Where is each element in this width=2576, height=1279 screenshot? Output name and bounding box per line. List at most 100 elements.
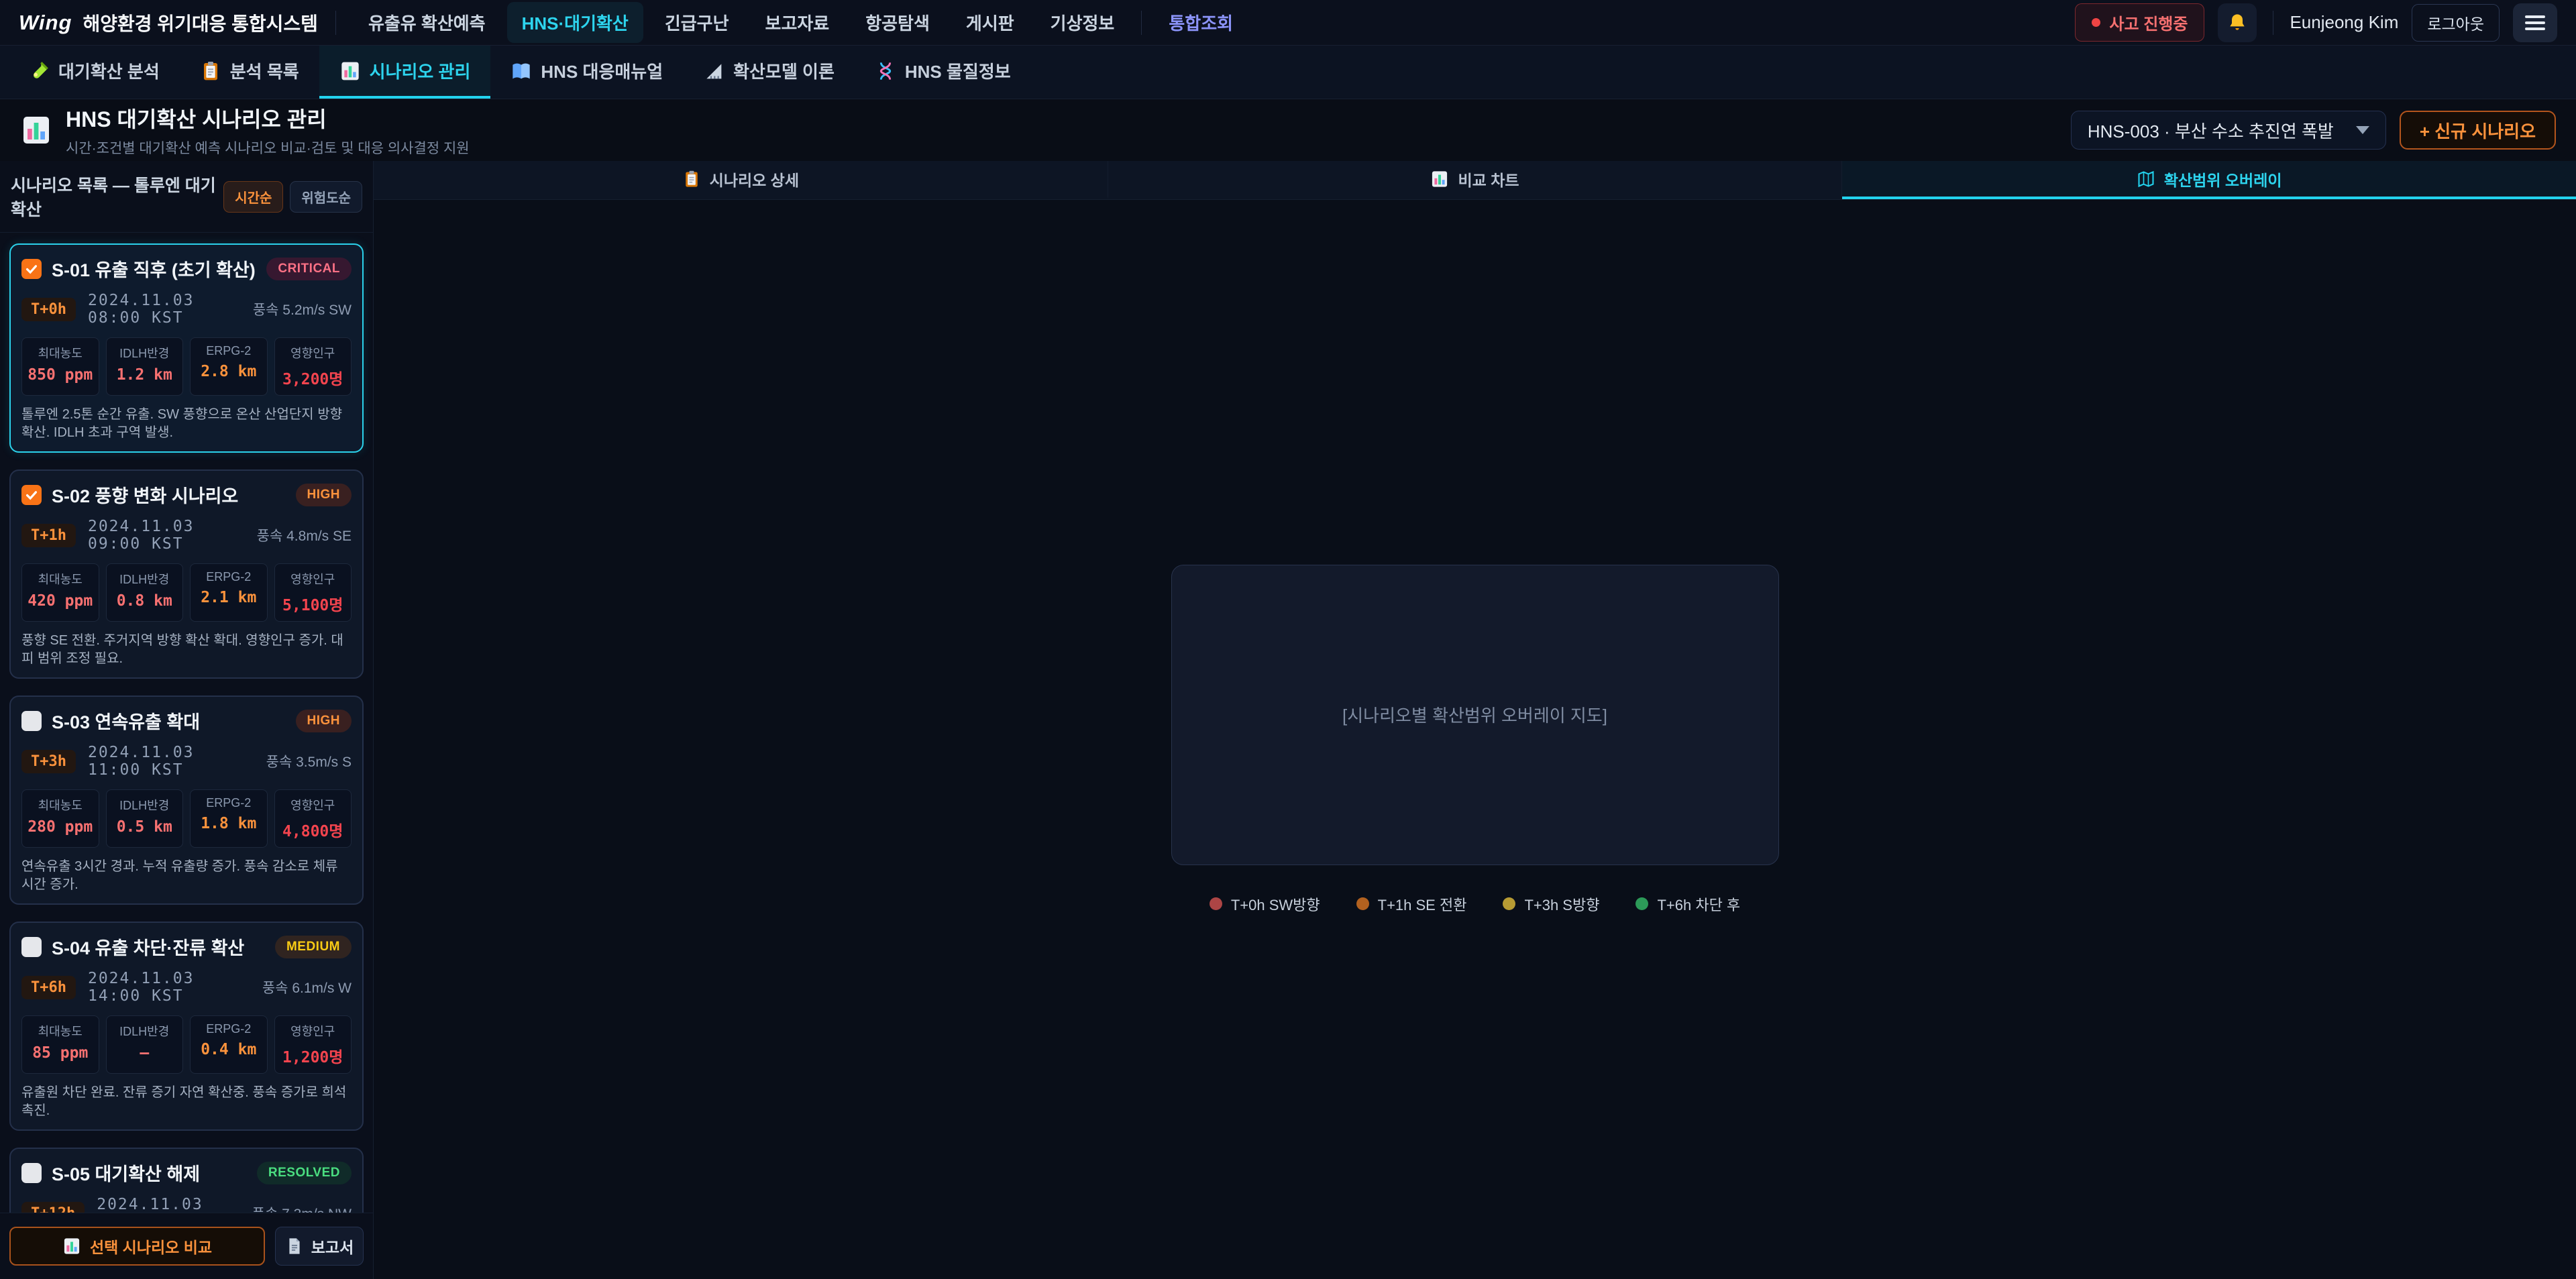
nav-item-weather[interactable]: 기상정보 — [1036, 2, 1130, 43]
scenario-card-s02[interactable]: S-02 풍향 변화 시나리오 HIGH T+1h 2024.11.03 09:… — [9, 469, 364, 679]
scenario-checkbox[interactable] — [21, 485, 42, 505]
incident-select-value: HNS-003 · 부산 수소 추진연 폭발 — [2088, 118, 2334, 143]
legend-item: T+3h S방향 — [1503, 893, 1599, 915]
bar-chart-icon — [20, 114, 52, 146]
overlay-legend: T+0h SW방향 T+1h SE 전환 T+3h S방향 T+6h 차단 후 — [1210, 893, 1740, 915]
tab-hns-manual[interactable]: HNS 대응매뉴얼 — [490, 46, 683, 99]
clipboard-icon — [200, 60, 221, 82]
scenario-checkbox[interactable] — [21, 711, 42, 731]
metric-label: 영향인구 — [278, 796, 349, 814]
scenario-checkbox[interactable] — [21, 937, 42, 957]
timestamp: 2024.11.03 09:00 KST — [88, 518, 245, 553]
metric-box: ERPG-20.4 km — [190, 1015, 268, 1074]
page-header-icon — [20, 114, 52, 146]
metric-box: ERPG-22.8 km — [190, 337, 268, 396]
scenario-checkbox[interactable] — [21, 259, 42, 279]
module-tab-bar: 대기확산 분석 분석 목록 시나리오 관리 HNS 대응매뉴얼 확산모델 이론 … — [0, 46, 2576, 99]
severity-badge: CRITICAL — [266, 258, 352, 280]
metric-label: ERPG-2 — [193, 1022, 264, 1036]
notification-button[interactable] — [2218, 3, 2257, 42]
metric-box: 영향인구1,200명 — [274, 1015, 352, 1074]
page-title: HNS 대기확산 시나리오 관리 — [66, 103, 2057, 133]
metric-label: 최대농도 — [25, 796, 96, 814]
metric-box: 영향인구4,800명 — [274, 789, 352, 848]
nav-item-reports[interactable]: 보고자료 — [751, 2, 845, 43]
metric-box: 영향인구5,100명 — [274, 563, 352, 622]
hamburger-menu-button[interactable] — [2513, 3, 2557, 42]
compare-scenarios-button[interactable]: 선택 시나리오 비교 — [9, 1227, 265, 1266]
user-name: Eunjeong Kim — [2290, 12, 2398, 33]
scenario-title: S-02 풍향 변화 시나리오 — [52, 482, 286, 508]
metric-value: 1.8 km — [193, 815, 264, 832]
time-offset-chip: T+12h — [21, 1202, 85, 1213]
timestamp: 2024.11.03 20:00 KST — [97, 1196, 239, 1213]
tab-label: 시나리오 관리 — [370, 58, 471, 83]
legend-label: T+6h 차단 후 — [1657, 893, 1740, 915]
scenario-description: 풍향 SE 전환. 주거지역 방향 확산 확대. 영향인구 증가. 대피 범위 … — [21, 632, 352, 668]
scenario-card-s01[interactable]: S-01 유출 직후 (초기 확산) CRITICAL T+0h 2024.11… — [9, 243, 364, 453]
scenario-card-s05[interactable]: S-05 대기확산 해제 RESOLVED T+12h 2024.11.03 2… — [9, 1148, 364, 1213]
nav-item-emergency-rescue[interactable]: 긴급구난 — [650, 2, 744, 43]
overlay-panel: [시나리오별 확산범위 오버레이 지도] T+0h SW방향 T+1h SE 전… — [374, 200, 2576, 1279]
main-tab-bar: 시나리오 상세 비교 차트 확산범위 오버레이 — [374, 161, 2576, 200]
tab-scenario-detail[interactable]: 시나리오 상세 — [374, 161, 1108, 199]
metric-label: IDLH반경 — [109, 796, 180, 814]
metrics-row: 최대농도420 ppm IDLH반경0.8 km ERPG-22.1 km 영향… — [21, 563, 352, 622]
card-header: S-05 대기확산 해제 RESOLVED — [21, 1160, 352, 1186]
sort-by-risk-button[interactable]: 위험도순 — [290, 181, 362, 213]
card-header: S-04 유출 차단·잔류 확산 MEDIUM — [21, 934, 352, 960]
metric-label: 최대농도 — [25, 344, 96, 362]
new-scenario-button[interactable]: + 신규 시나리오 — [2400, 111, 2556, 150]
tab-comparison-chart[interactable]: 비교 차트 — [1108, 161, 1843, 199]
sidebar-header: 시나리오 목록 — 톨루엔 대기확산 시간순 위험도순 — [0, 161, 373, 233]
tab-label: 확산범위 오버레이 — [2164, 168, 2282, 190]
scenario-card-s04[interactable]: S-04 유출 차단·잔류 확산 MEDIUM T+6h 2024.11.03 … — [9, 922, 364, 1131]
scenario-card-s03[interactable]: S-03 연속유출 확대 HIGH T+3h 2024.11.03 11:00 … — [9, 696, 364, 905]
severity-badge: HIGH — [296, 710, 352, 732]
logout-button[interactable]: 로그아웃 — [2412, 4, 2500, 42]
tab-dispersion-analysis[interactable]: 대기확산 분석 — [8, 46, 180, 99]
clipboard-icon — [682, 170, 701, 188]
tab-model-theory[interactable]: 확산모델 이론 — [683, 46, 855, 99]
metric-value: 2.1 km — [193, 589, 264, 606]
tab-dispersion-overlay[interactable]: 확산범위 오버레이 — [1842, 161, 2576, 199]
check-icon — [24, 262, 39, 276]
report-button[interactable]: 보고서 — [275, 1227, 364, 1266]
tab-hns-substance-info[interactable]: HNS 물질정보 — [855, 46, 1031, 99]
card-header: S-03 연속유출 확대 HIGH — [21, 708, 352, 734]
nav-item-spill-prediction[interactable]: 유출유 확산예측 — [354, 2, 500, 43]
main-nav: 유출유 확산예측 HNS·대기확산 긴급구난 보고자료 항공탐색 게시판 기상정… — [354, 2, 1248, 43]
test-tube-icon — [28, 60, 50, 82]
time-offset-chip: T+1h — [21, 524, 76, 547]
nav-item-integrated-search[interactable]: 통합조회 — [1154, 2, 1248, 43]
metric-box: IDLH반경0.5 km — [106, 789, 184, 848]
tab-analysis-list[interactable]: 분석 목록 — [180, 46, 319, 99]
scenario-checkbox[interactable] — [21, 1163, 42, 1183]
map-icon — [2137, 170, 2155, 188]
scenario-title: S-03 연속유출 확대 — [52, 708, 286, 734]
legend-item: T+1h SE 전환 — [1356, 893, 1467, 915]
metric-value: 0.8 km — [109, 592, 180, 610]
map-placeholder-text: [시나리오별 확산범위 오버레이 지도] — [1342, 702, 1607, 727]
metric-value: 850 ppm — [25, 366, 96, 384]
metric-box: 최대농도85 ppm — [21, 1015, 99, 1074]
bell-icon — [2226, 12, 2248, 34]
legend-dot-icon — [1210, 897, 1222, 910]
tab-scenario-management[interactable]: 시나리오 관리 — [319, 46, 491, 99]
top-nav-right: 사고 진행중 Eunjeong Kim 로그아웃 — [2075, 3, 2557, 42]
metric-value: 280 ppm — [25, 818, 96, 836]
dna-icon — [875, 60, 896, 82]
time-offset-chip: T+3h — [21, 750, 76, 773]
metric-label: IDLH반경 — [109, 570, 180, 588]
metric-label: IDLH반경 — [109, 344, 180, 362]
nav-item-aerial-search[interactable]: 항공탐색 — [851, 2, 945, 43]
incident-select[interactable]: HNS-003 · 부산 수소 추진연 폭발 — [2071, 111, 2386, 150]
sort-by-time-button[interactable]: 시간순 — [223, 181, 283, 213]
metric-label: ERPG-2 — [193, 570, 264, 584]
metric-box: ERPG-21.8 km — [190, 789, 268, 848]
metric-label: ERPG-2 — [193, 344, 264, 358]
nav-item-board[interactable]: 게시판 — [951, 2, 1029, 43]
timestamp: 2024.11.03 11:00 KST — [88, 744, 254, 779]
compare-button-label: 선택 시나리오 비교 — [90, 1235, 212, 1258]
nav-item-hns-dispersion[interactable]: HNS·대기확산 — [507, 2, 643, 43]
